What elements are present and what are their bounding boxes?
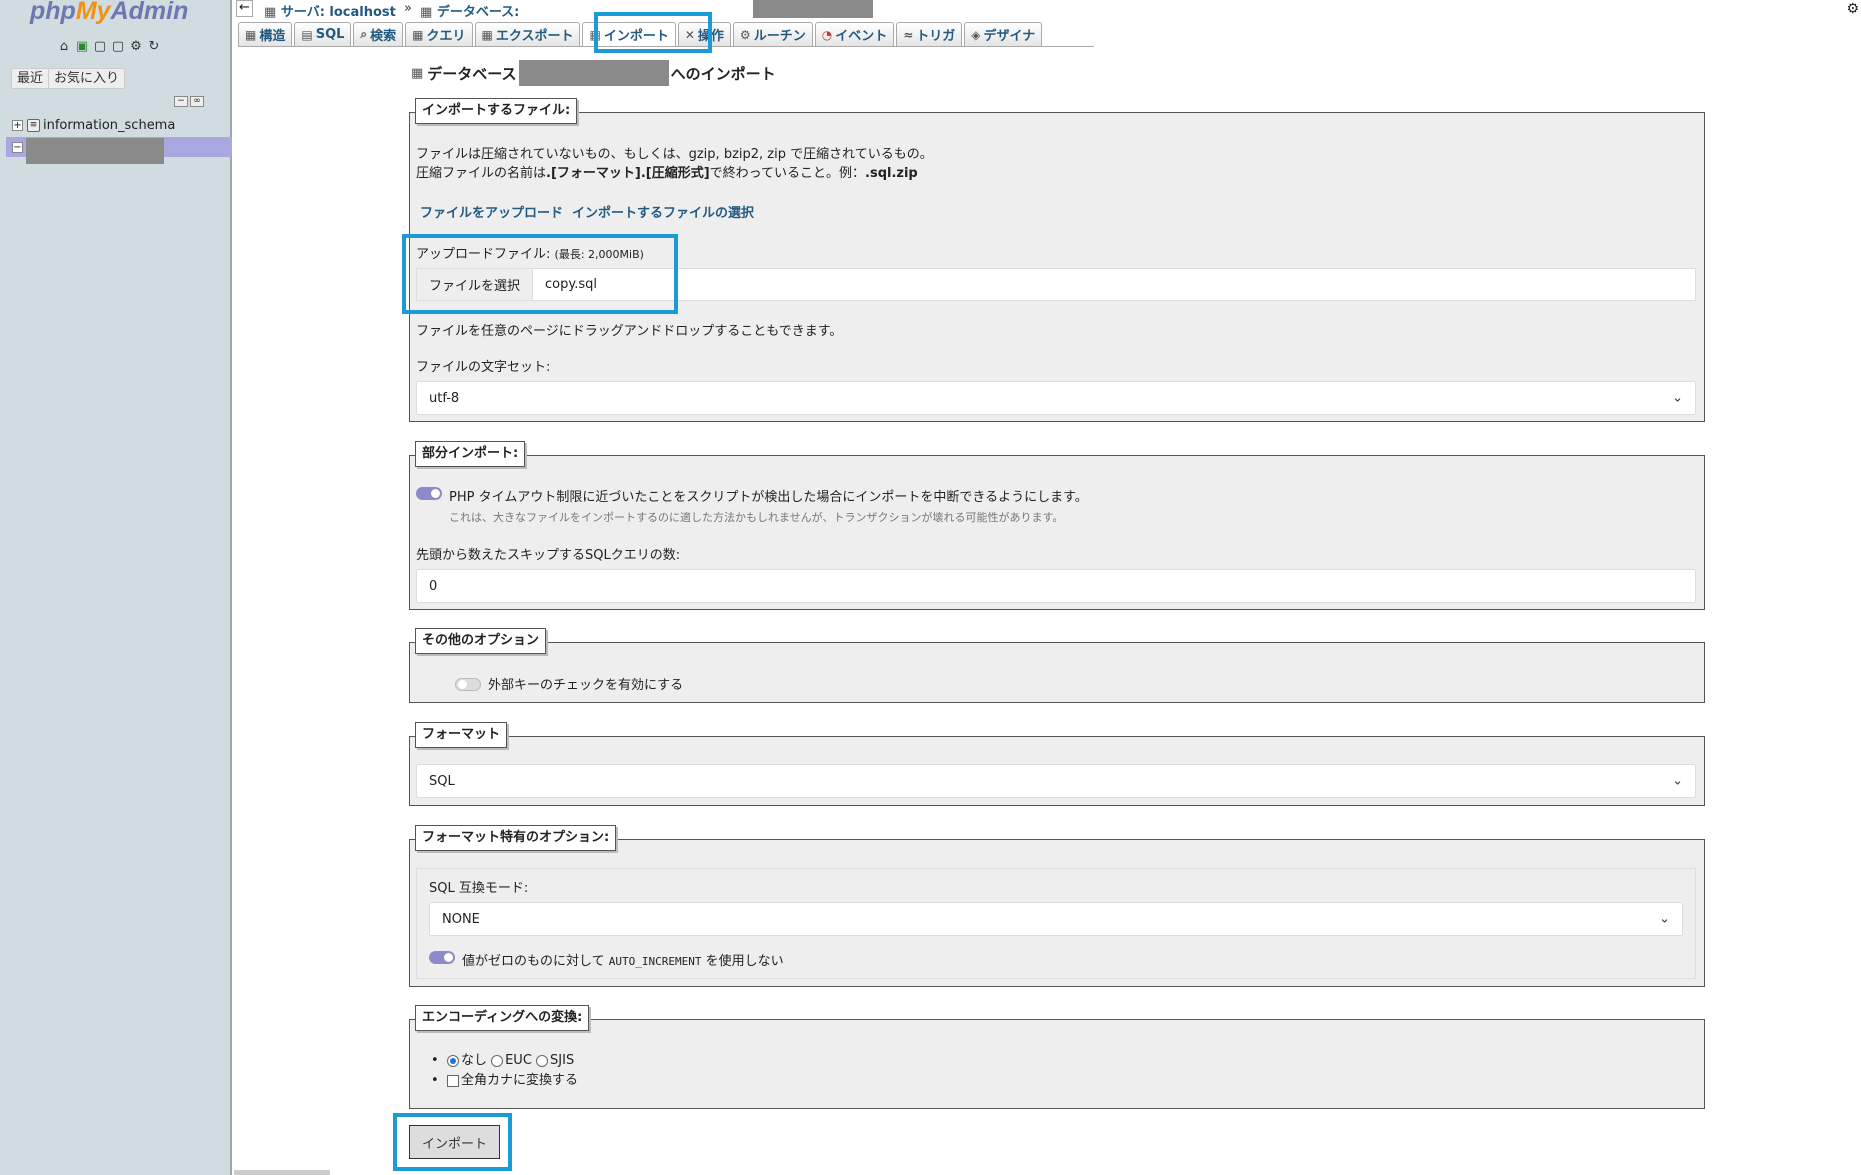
docs-icon[interactable]: ▢: [110, 39, 126, 55]
section-legend: エンコーディングへの変換:: [415, 1005, 590, 1031]
highlight-upload-file: [402, 234, 678, 314]
format-select[interactable]: SQL ⌄: [416, 764, 1696, 798]
select-file-link[interactable]: インポートするファイルの選択: [572, 202, 754, 221]
charset-select[interactable]: utf-8 ⌄: [416, 381, 1696, 415]
home-icon[interactable]: ⌂: [56, 39, 72, 55]
charset-label: ファイルの文字セット:: [416, 360, 551, 375]
search-icon: ⌕: [360, 27, 368, 41]
drag-drop-hint: ファイルを任意のページにドラッグアンドドロップすることもできます。: [416, 324, 843, 339]
page-title: ▦ データベース へのインポート: [411, 60, 776, 86]
tab-search[interactable]: ⌕ 検索: [353, 22, 404, 46]
other-options-section: その他のオプション: [409, 628, 1705, 703]
bullet: •: [431, 1073, 439, 1088]
tab-query[interactable]: ▦ クエリ: [405, 22, 473, 46]
routines-icon: ⚙: [739, 27, 751, 42]
encoding-options: • なし EUC SJIS: [431, 1053, 575, 1068]
tab-structure[interactable]: ▦ 構造: [238, 22, 293, 46]
nav-icon-bar: ⌂ ▣ ▢ ▢ ⚙ ↻: [56, 39, 162, 55]
tab-designer[interactable]: ◈ デザイナ: [964, 22, 1043, 46]
events-icon: ◔: [821, 27, 833, 42]
tree-item-selected-expander[interactable]: −: [12, 137, 27, 157]
radio-sjis[interactable]: [536, 1054, 549, 1067]
import-icon: ▦: [411, 65, 424, 81]
auto-increment-toggle[interactable]: [429, 951, 455, 964]
designer-icon: ◈: [971, 27, 981, 42]
favorites-button[interactable]: お気に入り: [48, 68, 126, 89]
phpmyadmin-logo[interactable]: phpMyAdmin: [30, 0, 188, 26]
section-legend: 部分インポート:: [415, 441, 526, 467]
tree-item-label[interactable]: information_schema: [43, 118, 175, 133]
interrupt-toggle[interactable]: [416, 487, 442, 500]
compression-info: ファイルは圧縮されていないもの、もしくは、gzip, bzip2, zip で圧…: [416, 147, 933, 162]
tree-item-information-schema[interactable]: + ≡ information_schema: [12, 115, 175, 135]
chevron-down-icon: ⌄: [1672, 773, 1683, 789]
tab-events[interactable]: ◔ イベント: [814, 22, 895, 46]
breadcrumb: ← ▦ サーバ: localhost » ▦ データベース: ⚙: [234, 0, 1861, 20]
tab-routines[interactable]: ⚙ ルーチン: [732, 22, 813, 46]
kana-checkbox[interactable]: [446, 1074, 459, 1087]
chevron-down-icon: ⌄: [1659, 911, 1670, 927]
breadcrumb-server[interactable]: ▦ サーバ: localhost: [264, 1, 396, 20]
kana-option: • 全角カナに変換する: [431, 1073, 578, 1088]
radio-none[interactable]: [446, 1054, 459, 1067]
section-legend: インポートするファイル:: [415, 98, 578, 124]
database-icon: ≡: [27, 118, 40, 132]
skip-queries-input[interactable]: 0: [416, 569, 1696, 603]
breadcrumb-separator: »: [404, 1, 412, 16]
sql-icon: ▤: [301, 27, 313, 42]
tree-controls: − ∞: [174, 96, 204, 107]
export-icon: ▦: [481, 27, 493, 42]
query-window-icon[interactable]: ▢: [92, 39, 108, 55]
breadcrumb-database[interactable]: ▦ データベース:: [420, 1, 519, 20]
tab-triggers[interactable]: ≈ トリガ: [896, 22, 963, 46]
redacted-database-name: [26, 138, 164, 164]
sql-compat-label: SQL 互換モード:: [429, 881, 529, 896]
tab-export[interactable]: ▦ エクスポート: [474, 22, 581, 46]
upload-file-link[interactable]: ファイルをアップロード: [420, 202, 563, 221]
section-legend: フォーマット特有のオプション:: [415, 825, 617, 851]
link-icon[interactable]: ∞: [190, 96, 204, 107]
foreign-key-label: 外部キーのチェックを有効にする: [488, 678, 684, 693]
back-arrow-icon[interactable]: ←: [236, 0, 253, 17]
sql-compat-select[interactable]: NONE ⌄: [429, 902, 1683, 936]
section-legend: フォーマット: [415, 722, 508, 748]
collapse-all-icon[interactable]: −: [174, 96, 188, 107]
expand-icon[interactable]: +: [12, 119, 23, 131]
recent-button[interactable]: 最近: [11, 68, 50, 89]
skip-queries-label: 先頭から数えたスキップするSQLクエリの数:: [416, 548, 681, 563]
auto-increment-label: 値がゼロのものに対して AUTO_INCREMENT を使用しない: [462, 954, 784, 969]
triggers-icon: ≈: [903, 27, 914, 42]
interrupt-hint: これは、大きなファイルをインポートするのに適した方法かもしれませんが、トランザク…: [449, 511, 1064, 524]
encoding-section: エンコーディングへの変換:: [409, 1005, 1705, 1109]
settings-icon[interactable]: ⚙: [128, 39, 144, 55]
highlight-import-button: [393, 1113, 512, 1171]
tab-sql[interactable]: ▤ SQL: [294, 22, 352, 46]
section-legend: その他のオプション: [415, 628, 547, 654]
settings-gear-icon[interactable]: ⚙: [1846, 1, 1859, 17]
bullet: •: [431, 1053, 439, 1068]
collapse-icon[interactable]: −: [12, 141, 23, 153]
horizontal-scrollbar[interactable]: [234, 1170, 330, 1175]
compression-naming-info: 圧縮ファイルの名前は.[フォーマット].[圧縮形式]で終わっていること。例：.s…: [416, 166, 918, 181]
structure-icon: ▦: [245, 27, 257, 42]
chevron-down-icon: ⌄: [1672, 390, 1683, 406]
radio-euc[interactable]: [491, 1054, 504, 1067]
navigation-panel: phpMyAdmin ⌂ ▣ ▢ ▢ ⚙ ↻ 最近 お気に入り − ∞ + ≡ …: [0, 0, 232, 1175]
interrupt-label: PHP タイムアウト制限に近づいたことをスクリプトが検出した場合にインポートを中…: [449, 490, 1088, 505]
reload-icon[interactable]: ↻: [146, 39, 162, 55]
query-icon: ▦: [412, 27, 424, 42]
server-icon: ▦: [264, 5, 277, 20]
database-icon: ▦: [420, 5, 433, 20]
highlight-import-tab: [594, 12, 712, 53]
redacted-breadcrumb-db: [753, 0, 873, 18]
foreign-key-toggle[interactable]: [455, 678, 481, 691]
exit-icon[interactable]: ▣: [74, 39, 90, 55]
redacted-title-db: [518, 60, 669, 86]
